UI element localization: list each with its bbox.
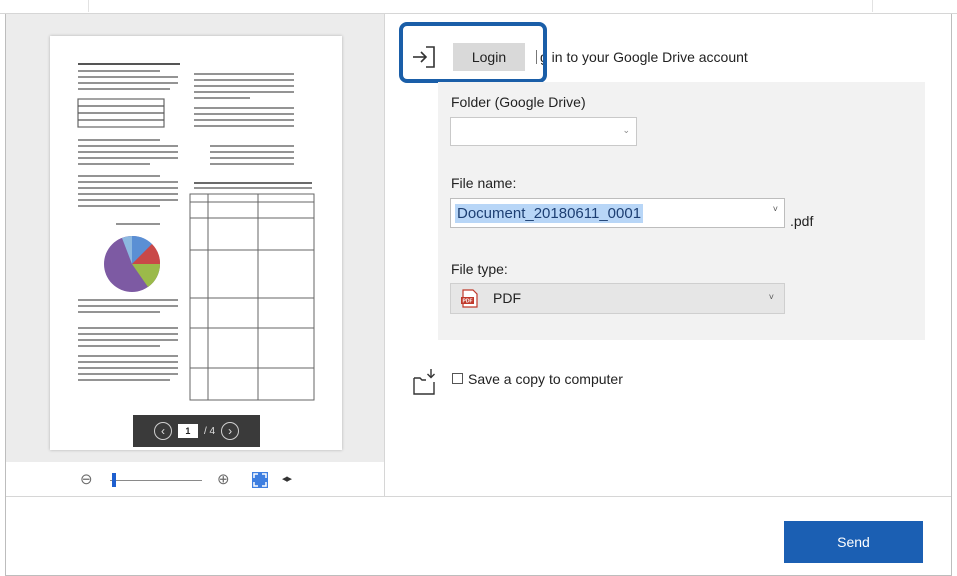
pdf-file-icon: PDF <box>461 289 478 308</box>
page-navigator: ‹ 1 / 4 › <box>133 415 260 447</box>
zoom-slider[interactable] <box>110 480 202 481</box>
login-description-text: g in to your Google Drive account <box>540 49 748 65</box>
file-type-label: File type: <box>451 261 508 277</box>
zoom-slider-handle[interactable] <box>111 473 116 487</box>
zoom-controls: ⊖ ⊕ ◂▸ <box>80 470 320 490</box>
window-border-right <box>951 14 952 576</box>
footer-divider <box>6 496 951 497</box>
fit-page-icon[interactable] <box>252 472 268 488</box>
fit-width-icon[interactable]: ◂▸ <box>282 472 292 485</box>
window-border-left <box>5 14 6 576</box>
send-button[interactable]: Send <box>784 521 923 563</box>
file-name-label: File name: <box>451 175 517 191</box>
login-icon <box>413 46 435 68</box>
file-type-select[interactable]: PDF PDF ˅ <box>450 283 785 314</box>
document-preview[interactable] <box>50 36 342 450</box>
current-page-field[interactable]: 1 <box>177 424 198 438</box>
total-pages-label: / 4 <box>203 425 216 437</box>
panel-divider <box>384 14 385 496</box>
svg-text:PDF: PDF <box>463 299 473 305</box>
chevron-down-icon[interactable]: ˅ <box>773 204 778 214</box>
chevron-down-icon: ˅ <box>768 292 774 302</box>
file-name-input[interactable]: Document_20180611_0001 ˅ <box>450 198 785 228</box>
save-copy-checkbox[interactable] <box>452 373 463 384</box>
document-thumbnail-image <box>77 63 315 401</box>
previous-page-button[interactable]: ‹ <box>153 422 172 440</box>
file-extension-label: .pdf <box>790 213 814 229</box>
zoom-out-icon[interactable]: ⊖ <box>80 470 93 488</box>
folder-label: Folder (Google Drive) <box>451 94 586 110</box>
file-name-value: Document_20180611_0001 <box>455 204 644 223</box>
chevron-down-icon: ⌄ <box>622 125 630 135</box>
login-description: g in to your Google Drive account <box>536 49 748 65</box>
file-type-value: PDF <box>493 290 521 306</box>
save-copy-label[interactable]: Save a copy to computer <box>468 371 623 387</box>
login-button[interactable]: Login <box>453 43 525 71</box>
text-cursor <box>536 50 537 64</box>
next-page-button[interactable]: › <box>221 422 240 440</box>
frame-divider <box>872 0 873 12</box>
folder-select[interactable]: ⌄ <box>450 117 637 146</box>
frame-divider <box>88 0 89 12</box>
zoom-in-icon[interactable]: ⊕ <box>217 470 230 488</box>
save-to-computer-icon <box>413 369 435 395</box>
top-frame-edge <box>0 0 957 14</box>
